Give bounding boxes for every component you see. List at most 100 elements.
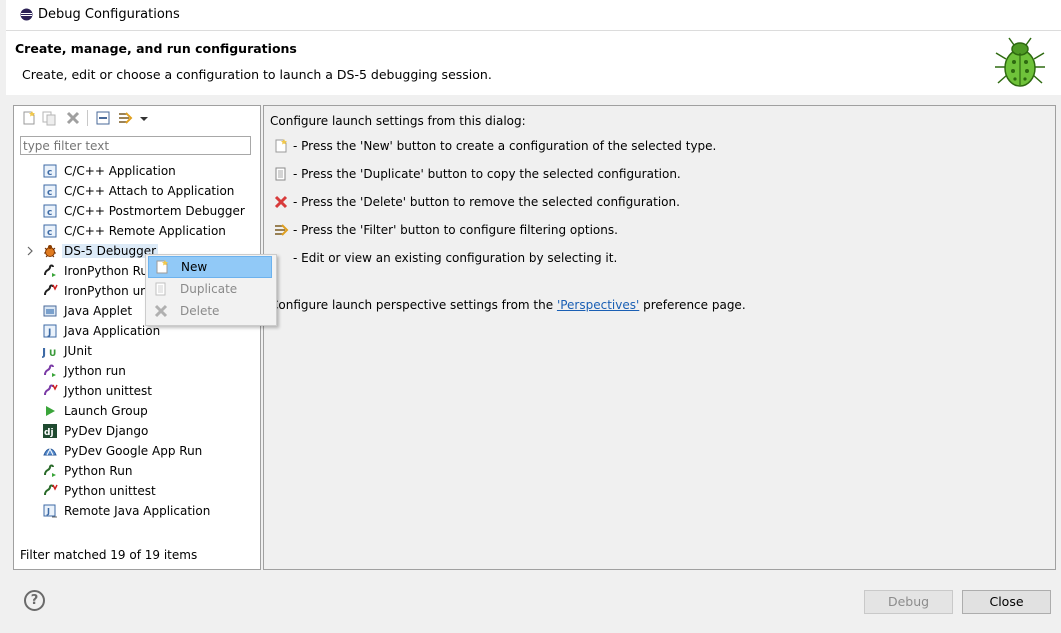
expand-chevron-icon[interactable] — [26, 241, 34, 261]
tree-item-label: Python Run — [64, 464, 133, 478]
tree-item-label: C/C++ Postmortem Debugger — [64, 204, 245, 218]
info-line-delete: - Press the 'Delete' button to remove th… — [293, 195, 680, 209]
tree-item-label: DS-5 Debugger — [62, 244, 159, 258]
duplicate-icon — [275, 167, 286, 181]
filter-icon — [275, 224, 289, 236]
tree-item-label: C/C++ Attach to Application — [64, 184, 235, 198]
tree-item-jython-run[interactable]: Jython run — [42, 361, 126, 381]
tree-item-label: Jython run — [64, 364, 126, 378]
perspectives-line: Configure launch perspective settings fr… — [270, 298, 746, 312]
banner-subheading: Create, edit or choose a configuration t… — [22, 67, 492, 82]
tree-item-c-application[interactable]: c C/C++ Application — [42, 161, 176, 181]
tree-item-label: IronPython un — [64, 284, 148, 298]
view-menu-dropdown-icon[interactable] — [139, 110, 149, 126]
tree-item-label: Remote Java Application — [64, 504, 211, 518]
delete-icon — [274, 195, 288, 209]
background-window-bottom-edge — [0, 628, 1061, 633]
tree-item-junit[interactable]: JU JUnit — [42, 341, 92, 361]
remote-java-icon: J — [43, 504, 57, 518]
junit-icon: JU — [42, 346, 56, 359]
tree-item-label: C/C++ Application — [64, 164, 176, 178]
tree-item-ironpython-unittest[interactable]: IronPython un — [42, 281, 148, 301]
filter-status: Filter matched 19 of 19 items — [20, 548, 198, 562]
svg-text:c: c — [47, 228, 52, 238]
java-applet-icon — [43, 305, 57, 317]
perspectives-link[interactable]: 'Perspectives' — [557, 298, 639, 312]
svg-text:J: J — [46, 507, 50, 516]
context-menu-label: New — [181, 260, 208, 274]
context-menu: New Duplicate Delete — [145, 254, 277, 326]
close-button[interactable]: Close — [962, 590, 1051, 614]
pydev-django-icon: dj — [43, 424, 57, 438]
banner-heading: Create, manage, and run configurations — [15, 41, 297, 56]
java-application-icon: J — [43, 324, 57, 338]
new-configuration-icon[interactable] — [21, 110, 37, 126]
tree-item-pydev-google-app-run[interactable]: PyDev Google App Run — [42, 441, 202, 461]
window-title: Debug Configurations — [38, 7, 180, 22]
info-line-new: - Press the 'New' button to create a con… — [293, 139, 717, 153]
pydev-google-app-icon — [43, 447, 57, 456]
tree-item-launch-group[interactable]: Launch Group — [42, 401, 148, 421]
jython-run-icon — [44, 364, 56, 377]
tree-item-label: Java Applet — [64, 304, 133, 318]
tree-item-label: C/C++ Remote Application — [64, 224, 226, 238]
svg-text:J: J — [47, 328, 51, 338]
svg-text:c: c — [47, 188, 52, 198]
tree-item-label: PyDev Google App Run — [64, 444, 203, 458]
svg-text:J: J — [42, 346, 46, 359]
tree-item-remote-java-application[interactable]: J Remote Java Application — [42, 501, 210, 521]
context-menu-new[interactable]: New — [148, 256, 272, 278]
tree-item-python-unittest[interactable]: Python unittest — [42, 481, 156, 501]
context-menu-duplicate[interactable]: Duplicate — [148, 278, 272, 300]
dialog-banner: Create, manage, and run configurations C… — [6, 30, 1061, 96]
tree-item-java-applet[interactable]: Java Applet — [42, 301, 132, 321]
title-bar[interactable]: Debug Configurations — [6, 0, 1061, 30]
info-line-duplicate: - Press the 'Duplicate' button to copy t… — [293, 167, 681, 181]
c-attach-icon: c — [43, 184, 57, 198]
perspectives-prefix: Configure launch perspective settings fr… — [270, 298, 557, 312]
collapse-all-icon[interactable] — [95, 110, 111, 126]
new-icon — [156, 260, 168, 274]
filter-icon[interactable] — [117, 110, 133, 126]
tree-item-c-attach[interactable]: c C/C++ Attach to Application — [42, 181, 234, 201]
perspectives-suffix: preference page. — [639, 298, 746, 312]
tree-item-label: Python unittest — [64, 484, 156, 498]
help-icon[interactable]: ? — [24, 590, 45, 611]
tree-item-label: Jython unittest — [64, 384, 153, 398]
svg-text:c: c — [47, 208, 52, 218]
tree-item-label: IronPython Ru — [64, 264, 148, 278]
context-menu-delete[interactable]: Delete — [148, 300, 272, 322]
tree-item-python-run[interactable]: Python Run — [42, 461, 132, 481]
ironpython-run-icon — [44, 264, 56, 277]
tree-item-ironpython-run[interactable]: IronPython Ru — [42, 261, 148, 281]
eclipse-debug-icon — [20, 8, 33, 21]
tree-item-jython-unittest[interactable]: Jython unittest — [42, 381, 152, 401]
ds5-debugger-icon — [44, 245, 56, 258]
tree-item-label: JUnit — [64, 344, 92, 358]
python-unittest-icon — [44, 484, 58, 496]
ironpython-unittest-icon — [44, 284, 58, 296]
tree-item-label: PyDev Django — [64, 424, 149, 438]
bug-icon — [995, 37, 1045, 87]
tree-item-ds5-debugger[interactable]: DS-5 Debugger — [42, 241, 159, 261]
tree-item-label: Java Application — [64, 324, 161, 338]
duplicate-icon — [155, 282, 166, 296]
launch-group-icon — [46, 406, 55, 416]
info-intro: Configure launch settings from this dial… — [270, 114, 526, 128]
toolbar-separator — [87, 110, 88, 126]
svg-text:U: U — [49, 349, 56, 359]
configuration-info-panel: Configure launch settings from this dial… — [263, 105, 1056, 570]
debug-button[interactable]: Debug — [864, 590, 953, 614]
tree-item-c-postmortem[interactable]: c C/C++ Postmortem Debugger — [42, 201, 245, 221]
info-line-edit: - Edit or view an existing configuration… — [293, 251, 618, 265]
info-line-filter: - Press the 'Filter' button to configure… — [293, 223, 618, 237]
tree-item-java-application[interactable]: J Java Application — [42, 321, 160, 341]
duplicate-configuration-icon[interactable] — [41, 110, 57, 126]
tree-item-c-remote[interactable]: c C/C++ Remote Application — [42, 221, 226, 241]
python-run-icon — [44, 464, 56, 477]
tree-item-pydev-django[interactable]: dj PyDev Django — [42, 421, 148, 441]
jython-unittest-icon — [44, 384, 58, 396]
filter-input[interactable] — [20, 136, 251, 155]
context-menu-label: Duplicate — [180, 282, 238, 296]
delete-configuration-icon[interactable] — [65, 110, 81, 126]
